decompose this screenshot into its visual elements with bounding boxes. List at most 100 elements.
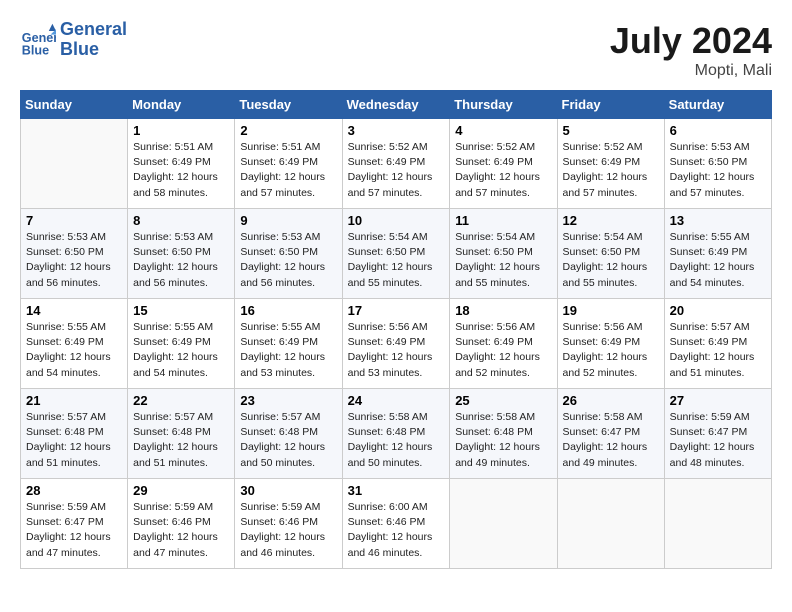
calendar-cell: 13 Sunrise: 5:55 AM Sunset: 6:49 PM Dayli… (664, 209, 771, 299)
calendar-cell: 4 Sunrise: 5:52 AM Sunset: 6:49 PM Daylig… (450, 119, 557, 209)
day-info: Sunrise: 6:00 AM Sunset: 6:46 PM Dayligh… (348, 500, 445, 561)
day-info: Sunrise: 5:55 AM Sunset: 6:49 PM Dayligh… (26, 320, 122, 381)
day-number: 9 (240, 213, 336, 228)
day-info: Sunrise: 5:59 AM Sunset: 6:46 PM Dayligh… (240, 500, 336, 561)
col-header-tuesday: Tuesday (235, 91, 342, 119)
calendar-cell: 6 Sunrise: 5:53 AM Sunset: 6:50 PM Daylig… (664, 119, 771, 209)
day-number: 14 (26, 303, 122, 318)
col-header-sunday: Sunday (21, 91, 128, 119)
calendar-cell: 11 Sunrise: 5:54 AM Sunset: 6:50 PM Dayli… (450, 209, 557, 299)
day-info: Sunrise: 5:56 AM Sunset: 6:49 PM Dayligh… (348, 320, 445, 381)
page-header: General Blue General Blue July 2024 Mopt… (20, 20, 772, 80)
day-number: 12 (563, 213, 659, 228)
day-number: 22 (133, 393, 229, 408)
calendar-cell: 26Sunrise: 5:58 AM Sunset: 6:47 PM Dayli… (557, 389, 664, 479)
day-info: Sunrise: 5:55 AM Sunset: 6:49 PM Dayligh… (670, 230, 766, 291)
day-number: 21 (26, 393, 122, 408)
day-info: Sunrise: 5:51 AM Sunset: 6:49 PM Dayligh… (133, 140, 229, 201)
calendar-table: SundayMondayTuesdayWednesdayThursdayFrid… (20, 90, 772, 569)
day-number: 15 (133, 303, 229, 318)
day-number: 27 (670, 393, 766, 408)
calendar-cell: 9 Sunrise: 5:53 AM Sunset: 6:50 PM Daylig… (235, 209, 342, 299)
day-info: Sunrise: 5:56 AM Sunset: 6:49 PM Dayligh… (455, 320, 551, 381)
day-number: 24 (348, 393, 445, 408)
day-number: 29 (133, 483, 229, 498)
col-header-thursday: Thursday (450, 91, 557, 119)
day-info: Sunrise: 5:57 AM Sunset: 6:48 PM Dayligh… (240, 410, 336, 471)
calendar-cell: 16Sunrise: 5:55 AM Sunset: 6:49 PM Dayli… (235, 299, 342, 389)
day-number: 7 (26, 213, 122, 228)
day-info: Sunrise: 5:54 AM Sunset: 6:50 PM Dayligh… (563, 230, 659, 291)
day-info: Sunrise: 5:57 AM Sunset: 6:49 PM Dayligh… (670, 320, 766, 381)
calendar-cell (21, 119, 128, 209)
col-header-wednesday: Wednesday (342, 91, 450, 119)
day-number: 6 (670, 123, 766, 138)
calendar-cell: 24 Sunrise: 5:58 AM Sunset: 6:48 PM Dayli… (342, 389, 450, 479)
calendar-cell: 17 Sunrise: 5:56 AM Sunset: 6:49 PM Dayli… (342, 299, 450, 389)
day-number: 18 (455, 303, 551, 318)
day-number: 4 (455, 123, 551, 138)
day-info: Sunrise: 5:53 AM Sunset: 6:50 PM Dayligh… (240, 230, 336, 291)
day-number: 5 (563, 123, 659, 138)
calendar-cell: 7Sunrise: 5:53 AM Sunset: 6:50 PM Daylig… (21, 209, 128, 299)
calendar-cell: 29Sunrise: 5:59 AM Sunset: 6:46 PM Dayli… (128, 479, 235, 569)
calendar-cell: 23 Sunrise: 5:57 AM Sunset: 6:48 PM Dayli… (235, 389, 342, 479)
week-row-4: 21 Sunrise: 5:57 AM Sunset: 6:48 PM Dayli… (21, 389, 772, 479)
day-info: Sunrise: 5:52 AM Sunset: 6:49 PM Dayligh… (563, 140, 659, 201)
day-info: Sunrise: 5:52 AM Sunset: 6:49 PM Dayligh… (348, 140, 445, 201)
calendar-cell (557, 479, 664, 569)
logo-text-blue: Blue (60, 40, 127, 60)
logo-text-general: General (60, 20, 127, 40)
day-info: Sunrise: 5:57 AM Sunset: 6:48 PM Dayligh… (133, 410, 229, 471)
day-number: 11 (455, 213, 551, 228)
title-block: July 2024 Mopti, Mali (610, 20, 772, 80)
day-number: 25 (455, 393, 551, 408)
day-number: 30 (240, 483, 336, 498)
calendar-cell: 19Sunrise: 5:56 AM Sunset: 6:49 PM Dayli… (557, 299, 664, 389)
day-info: Sunrise: 5:53 AM Sunset: 6:50 PM Dayligh… (670, 140, 766, 201)
calendar-cell (450, 479, 557, 569)
calendar-cell: 14 Sunrise: 5:55 AM Sunset: 6:49 PM Dayli… (21, 299, 128, 389)
calendar-cell: 8 Sunrise: 5:53 AM Sunset: 6:50 PM Daylig… (128, 209, 235, 299)
location-title: Mopti, Mali (610, 62, 772, 80)
calendar-header-row: SundayMondayTuesdayWednesdayThursdayFrid… (21, 91, 772, 119)
day-info: Sunrise: 5:54 AM Sunset: 6:50 PM Dayligh… (455, 230, 551, 291)
day-number: 17 (348, 303, 445, 318)
logo: General Blue General Blue (20, 20, 127, 60)
month-title: July 2024 (610, 20, 772, 62)
day-number: 10 (348, 213, 445, 228)
day-info: Sunrise: 5:58 AM Sunset: 6:48 PM Dayligh… (348, 410, 445, 471)
week-row-1: 1 Sunrise: 5:51 AM Sunset: 6:49 PM Daylig… (21, 119, 772, 209)
day-info: Sunrise: 5:53 AM Sunset: 6:50 PM Dayligh… (133, 230, 229, 291)
day-info: Sunrise: 5:52 AM Sunset: 6:49 PM Dayligh… (455, 140, 551, 201)
day-info: Sunrise: 5:57 AM Sunset: 6:48 PM Dayligh… (26, 410, 122, 471)
logo-icon: General Blue (20, 22, 56, 58)
day-number: 23 (240, 393, 336, 408)
col-header-saturday: Saturday (664, 91, 771, 119)
calendar-cell: 27Sunrise: 5:59 AM Sunset: 6:47 PM Dayli… (664, 389, 771, 479)
calendar-cell: 31Sunrise: 6:00 AM Sunset: 6:46 PM Dayli… (342, 479, 450, 569)
calendar-cell: 5 Sunrise: 5:52 AM Sunset: 6:49 PM Daylig… (557, 119, 664, 209)
day-info: Sunrise: 5:58 AM Sunset: 6:47 PM Dayligh… (563, 410, 659, 471)
calendar-cell: 12 Sunrise: 5:54 AM Sunset: 6:50 PM Dayli… (557, 209, 664, 299)
day-number: 19 (563, 303, 659, 318)
calendar-cell: 10 Sunrise: 5:54 AM Sunset: 6:50 PM Dayli… (342, 209, 450, 299)
day-info: Sunrise: 5:54 AM Sunset: 6:50 PM Dayligh… (348, 230, 445, 291)
calendar-cell: 2Sunrise: 5:51 AM Sunset: 6:49 PM Daylig… (235, 119, 342, 209)
day-number: 28 (26, 483, 122, 498)
day-number: 16 (240, 303, 336, 318)
day-number: 8 (133, 213, 229, 228)
calendar-cell: 18 Sunrise: 5:56 AM Sunset: 6:49 PM Dayli… (450, 299, 557, 389)
calendar-cell: 22 Sunrise: 5:57 AM Sunset: 6:48 PM Dayli… (128, 389, 235, 479)
calendar-cell: 3Sunrise: 5:52 AM Sunset: 6:49 PM Daylig… (342, 119, 450, 209)
day-info: Sunrise: 5:59 AM Sunset: 6:47 PM Dayligh… (26, 500, 122, 561)
col-header-monday: Monday (128, 91, 235, 119)
week-row-3: 14 Sunrise: 5:55 AM Sunset: 6:49 PM Dayli… (21, 299, 772, 389)
day-number: 13 (670, 213, 766, 228)
day-number: 1 (133, 123, 229, 138)
calendar-cell: 21 Sunrise: 5:57 AM Sunset: 6:48 PM Dayli… (21, 389, 128, 479)
week-row-2: 7 Sunrise: 5:53 AM Sunset: 6:50 PM Daylig… (21, 209, 772, 299)
calendar-cell: 30 Sunrise: 5:59 AM Sunset: 6:46 PM Dayli… (235, 479, 342, 569)
calendar-cell: 25Sunrise: 5:58 AM Sunset: 6:48 PM Dayli… (450, 389, 557, 479)
day-number: 20 (670, 303, 766, 318)
